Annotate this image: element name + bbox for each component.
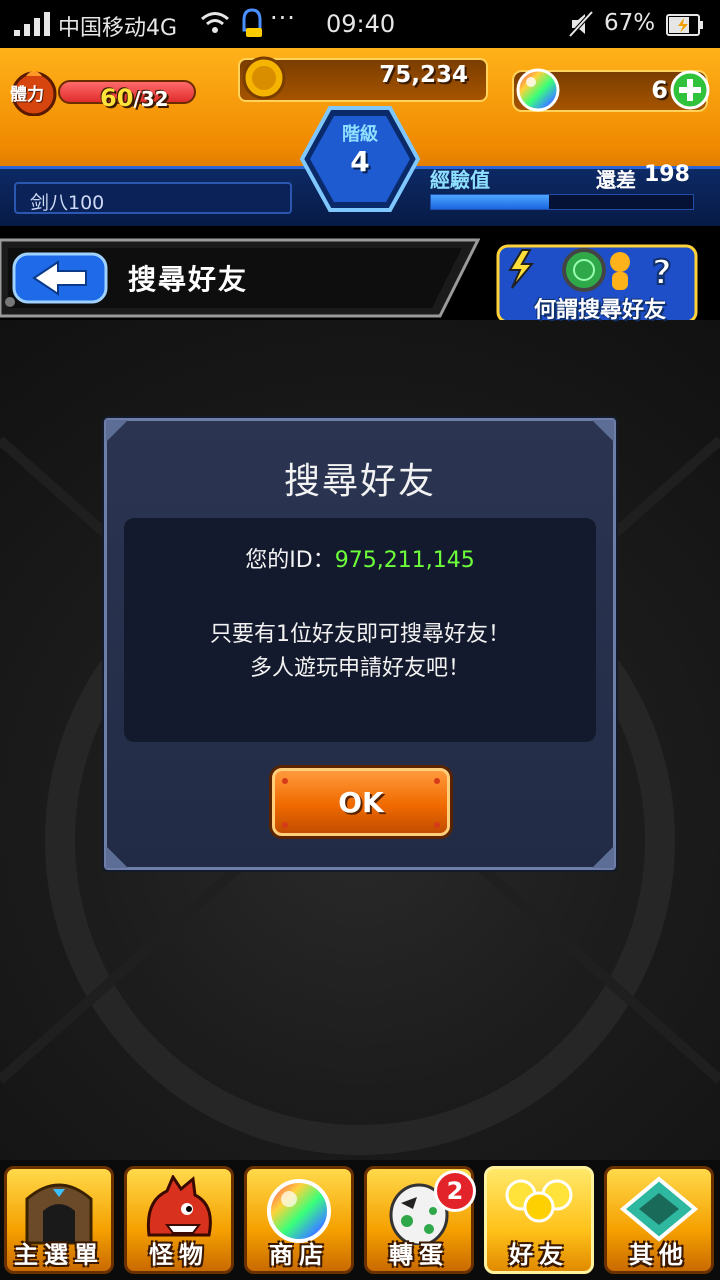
user-id-label: 您的ID： bbox=[245, 548, 335, 573]
exp-label: 經驗值 bbox=[430, 168, 490, 192]
dialog-corner bbox=[106, 846, 128, 868]
nav-item-friends[interactable]: 好友 bbox=[484, 1166, 594, 1274]
stamina-max: /32 bbox=[133, 87, 169, 111]
coin-value: 75,234 bbox=[379, 62, 468, 88]
nav-item-main-menu[interactable]: 主選單 bbox=[4, 1166, 114, 1274]
dialog-corner bbox=[106, 420, 128, 442]
clock: 09:40 bbox=[326, 10, 396, 38]
button-rivet bbox=[434, 778, 440, 784]
stamina-current: 60 bbox=[100, 84, 134, 112]
signal-icon bbox=[14, 12, 50, 36]
stamina-label: 體力 bbox=[10, 85, 44, 105]
nav-label-monsters: 怪物 bbox=[149, 1241, 209, 1269]
user-id-line: 您的ID：975,211,145 bbox=[124, 542, 596, 574]
battery-icon bbox=[666, 14, 703, 36]
orb-value: 6 bbox=[651, 76, 668, 104]
exp-remain-value: 198 bbox=[644, 162, 690, 187]
gacha-notification-badge: 2 bbox=[434, 1170, 476, 1212]
help-button-label: 何謂搜尋好友 bbox=[533, 298, 666, 323]
dialog-corner bbox=[592, 420, 614, 442]
nav-label-shop: 商店 bbox=[269, 1241, 329, 1269]
nav-label-gacha: 轉蛋 bbox=[389, 1241, 449, 1269]
exp-progress-bar bbox=[430, 194, 694, 210]
coin-icon bbox=[242, 56, 286, 100]
ok-button-label: OK bbox=[338, 786, 384, 819]
svg-text:?: ? bbox=[652, 253, 672, 293]
rank-value: 4 bbox=[350, 145, 370, 178]
dialog-message-line2: 多人遊玩申請好友吧！ bbox=[249, 656, 470, 681]
battery-percent: 67% bbox=[604, 10, 656, 36]
back-button[interactable] bbox=[12, 252, 108, 304]
nav-label-other: 其他 bbox=[629, 1241, 689, 1269]
nav-label-friends: 好友 bbox=[509, 1241, 569, 1269]
button-rivet bbox=[282, 778, 288, 784]
rainbow-orb-icon bbox=[516, 68, 560, 112]
stamina-value: 60/32 bbox=[100, 84, 169, 112]
status-bar: 中国移动4G ··· 09:40 67% bbox=[0, 0, 720, 48]
player-name: 剑八100 bbox=[30, 192, 105, 214]
exp-progress-fill bbox=[431, 195, 549, 209]
dialog-message-line1: 只要有1位好友即可搜尋好友！ bbox=[210, 622, 510, 647]
button-rivet bbox=[282, 822, 288, 828]
dialog-title: 搜尋好友 bbox=[283, 461, 436, 502]
nav-label-main-menu: 主選單 bbox=[14, 1241, 104, 1269]
buy-orbs-button[interactable] bbox=[670, 70, 710, 110]
nav-item-monsters[interactable]: 怪物 bbox=[124, 1166, 234, 1274]
exp-remain-label: 還差 bbox=[596, 168, 636, 192]
carrier-label: 中国移动4G bbox=[58, 16, 178, 41]
dialog-corner bbox=[592, 846, 614, 868]
nav-item-shop[interactable]: 商店 bbox=[244, 1166, 354, 1274]
button-rivet bbox=[434, 822, 440, 828]
rank-label: 階級 bbox=[342, 124, 378, 145]
nav-item-other[interactable]: 其他 bbox=[604, 1166, 714, 1274]
more-notifications-icon: ··· bbox=[270, 4, 296, 32]
user-id-value: 975,211,145 bbox=[334, 548, 475, 573]
wifi-icon bbox=[201, 12, 229, 33]
page-title: 搜尋好友 bbox=[128, 263, 249, 296]
notification-bot-icon bbox=[242, 8, 262, 37]
mute-icon bbox=[568, 10, 594, 38]
